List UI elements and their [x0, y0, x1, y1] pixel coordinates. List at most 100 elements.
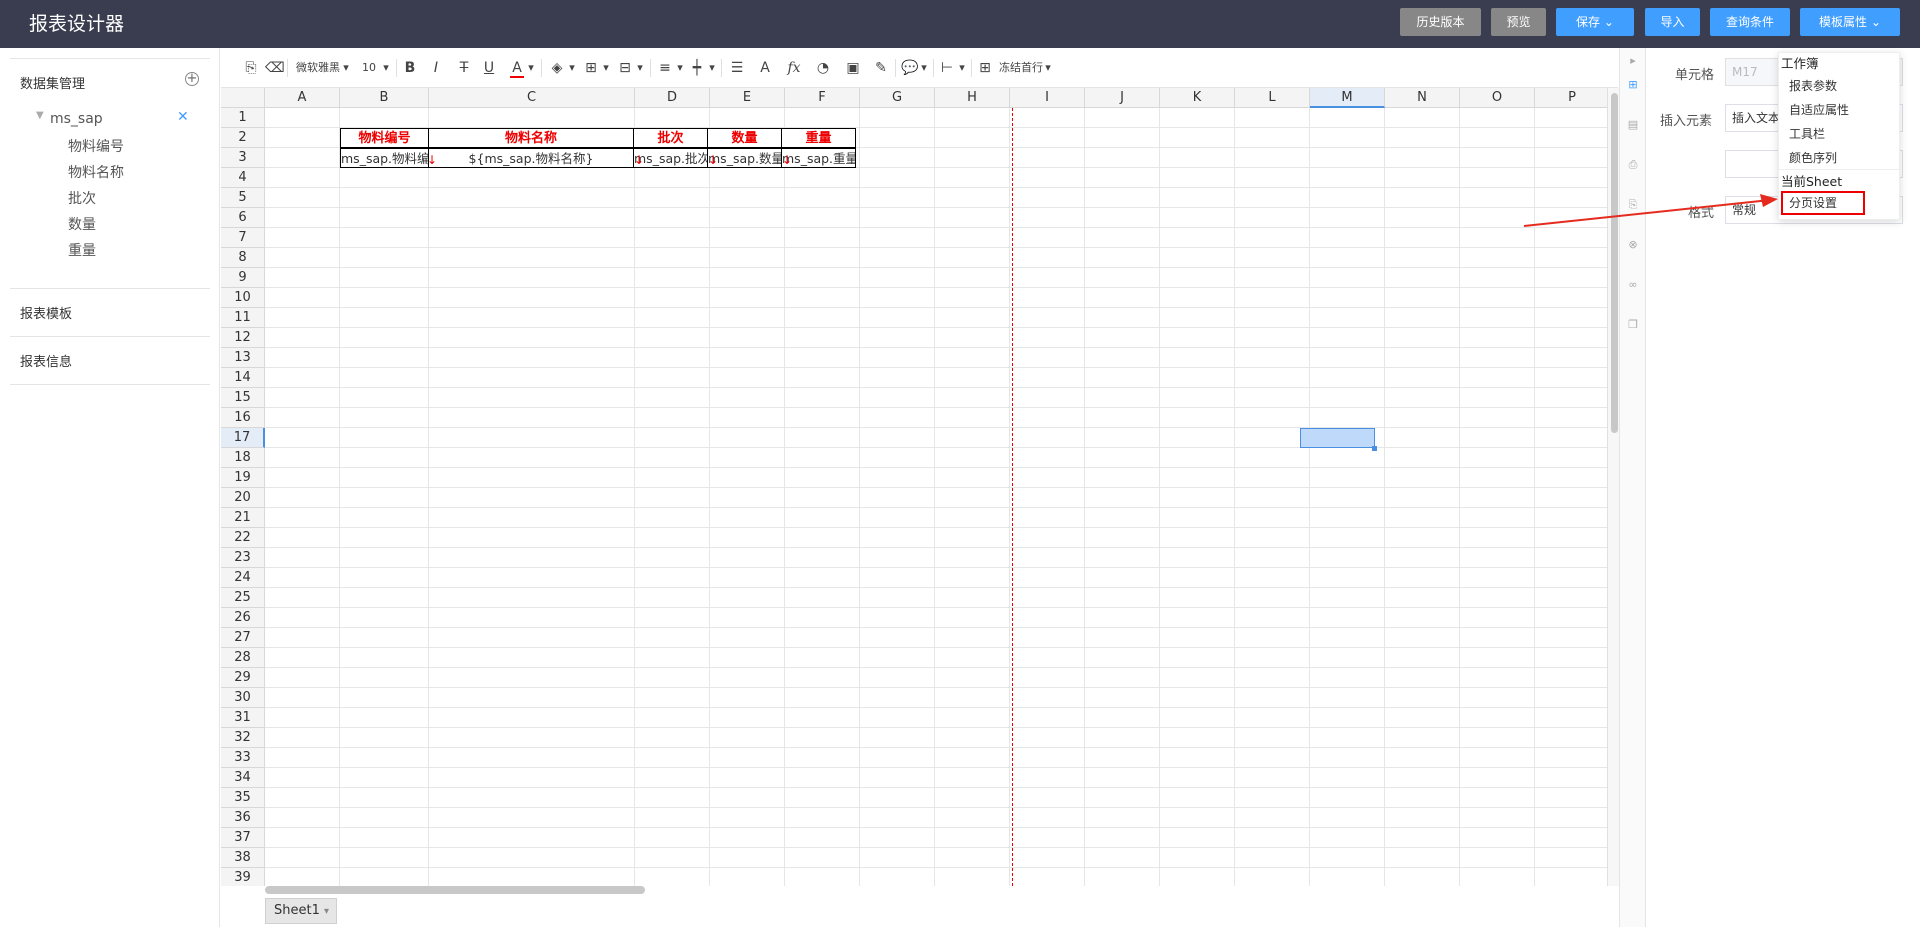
row-header[interactable]: 31	[221, 708, 265, 728]
field-item[interactable]: 重量	[68, 240, 96, 260]
column-header[interactable]: L	[1235, 88, 1310, 108]
row-header[interactable]: 25	[221, 588, 265, 608]
chevron-down-icon[interactable]: ▾	[675, 58, 685, 78]
row-header[interactable]: 4	[221, 168, 265, 188]
field-item[interactable]: 物料名称	[68, 162, 124, 182]
column-header[interactable]: C	[429, 88, 635, 108]
copy-icon[interactable]: ❐	[1626, 318, 1640, 332]
report-info-item[interactable]: 报表信息	[20, 351, 72, 370]
column-header[interactable]: M	[1310, 88, 1385, 108]
column-header[interactable]: H	[935, 88, 1010, 108]
font-family-select[interactable]: 微软雅黑	[293, 58, 343, 78]
fill-handle[interactable]	[1372, 446, 1377, 451]
row-header[interactable]: 21	[221, 508, 265, 528]
field-item[interactable]: 批次	[68, 188, 96, 208]
query-button[interactable]: 查询条件	[1710, 8, 1790, 36]
row-header[interactable]: 32	[221, 728, 265, 748]
font-a-icon[interactable]: A	[757, 58, 773, 78]
function-icon[interactable]: fx	[785, 58, 803, 78]
header-cell[interactable]: 重量	[781, 128, 856, 148]
dataset-name[interactable]: ms_sap	[50, 111, 103, 127]
strikethrough-icon[interactable]: T	[457, 58, 471, 78]
horizontal-scroll-thumb[interactable]	[265, 886, 645, 894]
preview-button[interactable]: 预览	[1491, 8, 1546, 36]
sheet-tab[interactable]: Sheet1 ▾	[265, 898, 337, 924]
font-size-select[interactable]: 10	[359, 58, 379, 78]
value-cell[interactable]: ms_sap.重量	[781, 148, 856, 168]
header-cell[interactable]: 物料编号	[340, 128, 429, 148]
valign-icon[interactable]: ┿	[689, 58, 705, 78]
column-header[interactable]: J	[1085, 88, 1160, 108]
freeze-icon[interactable]: ⊞	[977, 58, 993, 78]
expand-icon[interactable]: ▼	[36, 110, 44, 121]
italic-icon[interactable]: I	[429, 58, 443, 78]
row-header[interactable]: 19	[221, 468, 265, 488]
row-header[interactable]: 29	[221, 668, 265, 688]
history-button[interactable]: 历史版本	[1400, 8, 1481, 36]
print-icon[interactable]: ⎙	[1626, 158, 1640, 172]
row-header[interactable]: 3	[221, 148, 265, 168]
document-icon[interactable]: ▤	[1626, 118, 1640, 132]
chevron-down-icon[interactable]: ▾	[381, 58, 391, 78]
row-header[interactable]: 10	[221, 288, 265, 308]
column-header[interactable]: B	[340, 88, 429, 108]
row-header[interactable]: 9	[221, 268, 265, 288]
row-header[interactable]: 14	[221, 368, 265, 388]
row-header[interactable]: 17	[221, 428, 265, 448]
column-width-icon[interactable]: ⊢	[939, 58, 955, 78]
header-cell[interactable]: 数量	[707, 128, 782, 148]
align-left-icon[interactable]: ≡	[657, 58, 673, 78]
chart-icon[interactable]: ◔	[815, 58, 831, 78]
report-template-item[interactable]: 报表模板	[20, 303, 72, 322]
chain-icon[interactable]: ∞	[1626, 278, 1640, 292]
scroll-thumb[interactable]	[1611, 93, 1618, 433]
chevron-down-icon[interactable]: ▾	[1043, 58, 1053, 78]
header-cell[interactable]: 批次	[633, 128, 708, 148]
row-header[interactable]: 37	[221, 828, 265, 848]
add-dataset-icon[interactable]: +	[185, 72, 199, 86]
template-props-button[interactable]: 模板属性 ⌄	[1800, 8, 1900, 36]
font-color-icon[interactable]: A	[510, 58, 524, 78]
column-header[interactable]: N	[1385, 88, 1460, 108]
column-header[interactable]: O	[1460, 88, 1535, 108]
column-header[interactable]: G	[860, 88, 935, 108]
chevron-down-icon[interactable]: ▾	[601, 58, 611, 78]
field-item[interactable]: 数量	[68, 214, 96, 234]
merge-cells-icon[interactable]: ⊟	[617, 58, 633, 78]
column-header[interactable]: F	[785, 88, 860, 108]
row-header[interactable]: 13	[221, 348, 265, 368]
row-header[interactable]: 30	[221, 688, 265, 708]
cell-props-icon[interactable]: ⊞	[1626, 78, 1640, 92]
image-icon[interactable]: ▣	[845, 58, 861, 78]
menu-item-page-settings[interactable]: 分页设置	[1781, 191, 1865, 215]
menu-item-adaptive[interactable]: 自适应属性	[1789, 101, 1849, 118]
column-header[interactable]: P	[1535, 88, 1610, 108]
save-button[interactable]: 保存 ⌄	[1556, 8, 1634, 36]
chevron-down-icon[interactable]: ▾	[324, 906, 329, 917]
chevron-down-icon[interactable]: ▾	[707, 58, 717, 78]
row-header[interactable]: 26	[221, 608, 265, 628]
chevron-down-icon[interactable]: ▾	[567, 58, 577, 78]
row-header[interactable]: 24	[221, 568, 265, 588]
row-header[interactable]: 36	[221, 808, 265, 828]
chevron-down-icon[interactable]: ▾	[919, 58, 929, 78]
row-header[interactable]: 28	[221, 648, 265, 668]
format-painter-icon[interactable]: ⎘	[243, 58, 259, 78]
row-header[interactable]: 5	[221, 188, 265, 208]
row-header[interactable]: 34	[221, 768, 265, 788]
column-header[interactable]: I	[1010, 88, 1085, 108]
row-header[interactable]: 1	[221, 108, 265, 128]
row-header[interactable]: 2	[221, 128, 265, 148]
value-cell[interactable]: ms_sap.批次	[633, 148, 708, 168]
wrap-icon[interactable]: ☰	[729, 58, 745, 78]
remove-dataset-icon[interactable]: ✕	[177, 109, 189, 125]
eraser-icon[interactable]: ⌫	[265, 58, 285, 78]
row-header[interactable]: 38	[221, 848, 265, 868]
row-header[interactable]: 22	[221, 528, 265, 548]
row-header[interactable]: 15	[221, 388, 265, 408]
menu-item-report-params[interactable]: 报表参数	[1789, 77, 1837, 94]
freeze-first-row-select[interactable]: 冻结首行	[997, 58, 1045, 78]
spreadsheet-grid[interactable]: ABCDEFGHIJKLMNOP 1 2 3 4 5 6 7 8 9 10 11 12 13 14 15 16…	[221, 88, 1621, 886]
row-header[interactable]: 20	[221, 488, 265, 508]
row-header[interactable]: 27	[221, 628, 265, 648]
